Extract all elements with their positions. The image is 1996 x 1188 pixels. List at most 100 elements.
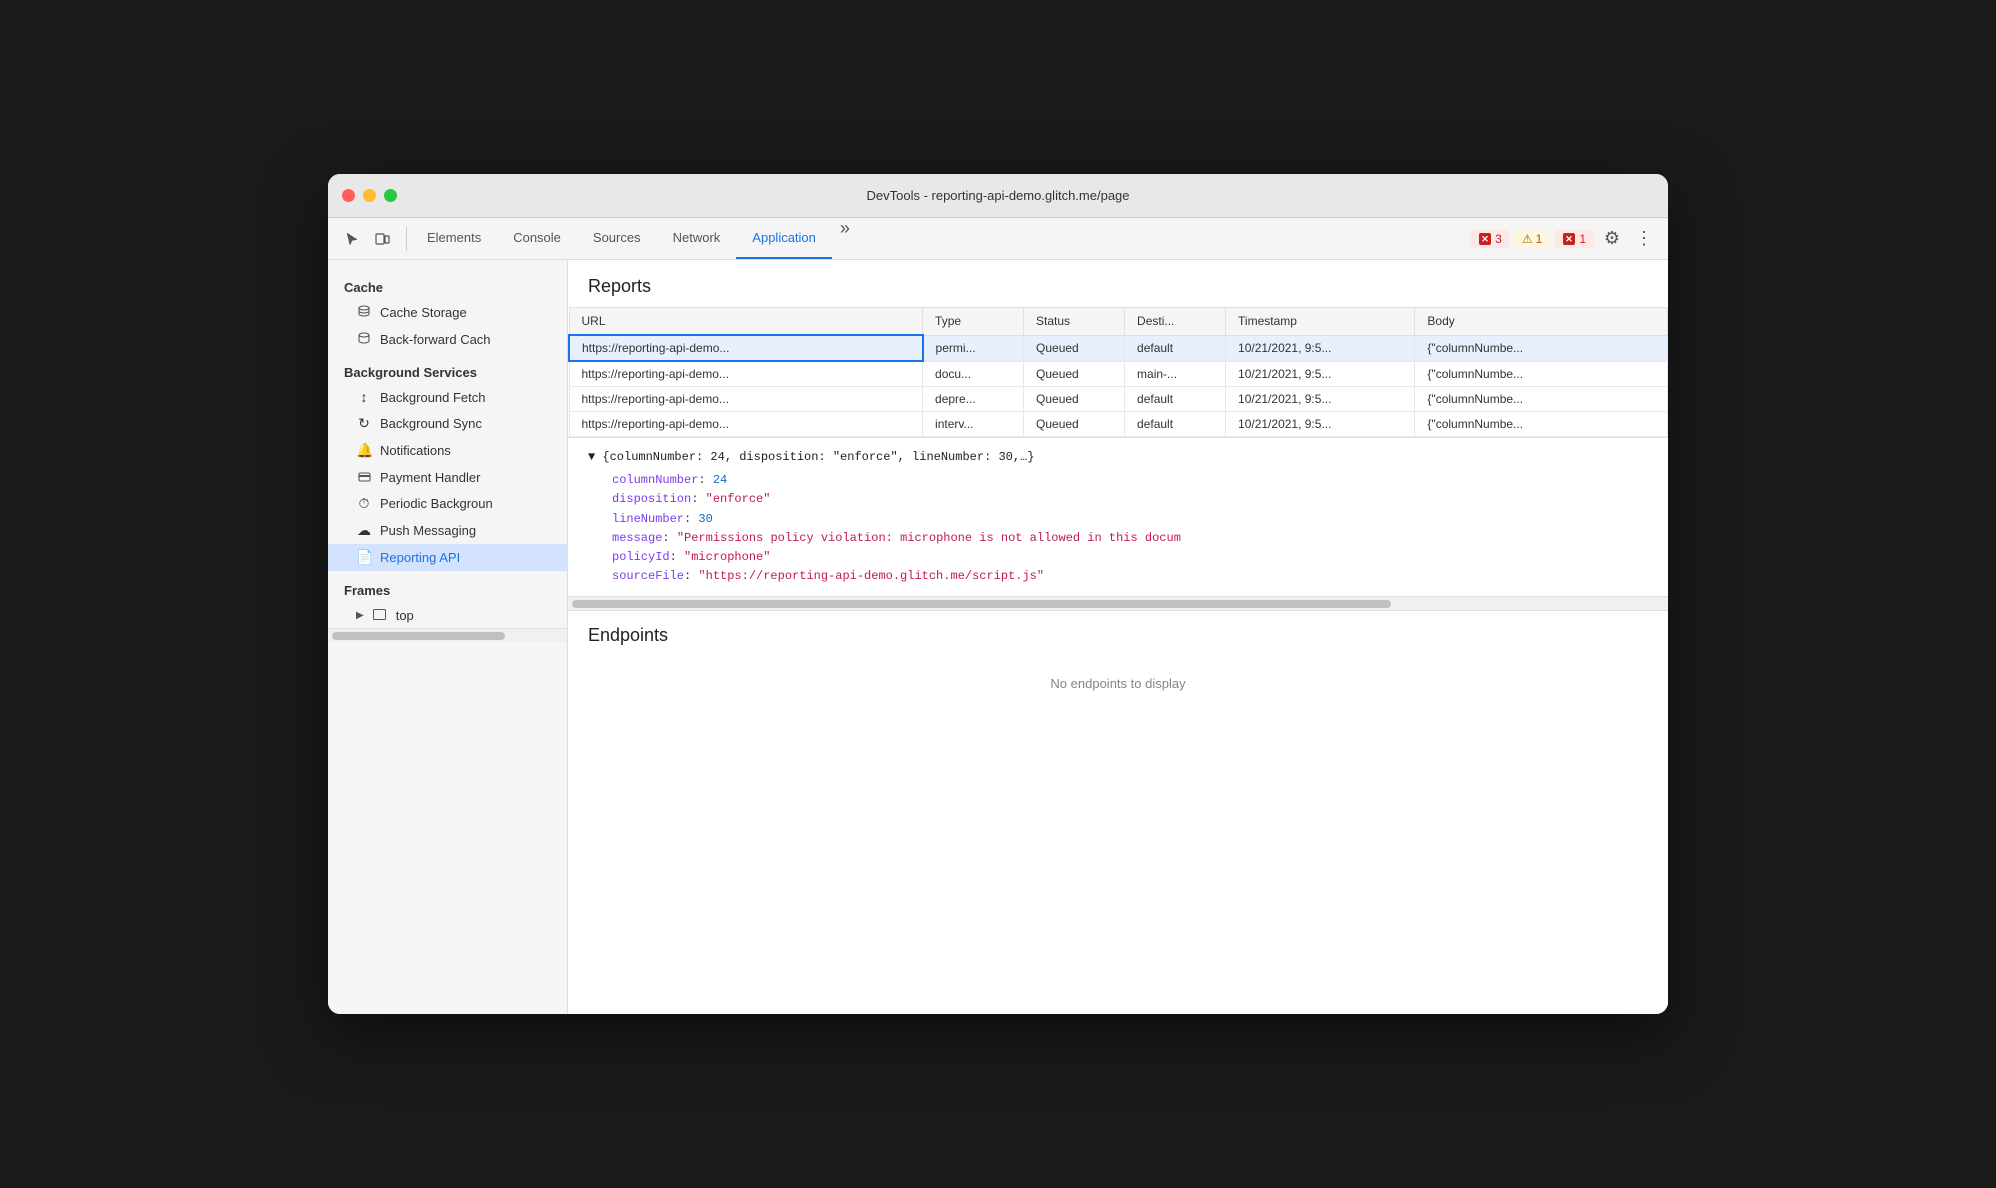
maximize-button[interactable] (384, 189, 397, 202)
table-row[interactable]: https://reporting-api-demo...interv...Qu… (569, 412, 1668, 437)
bg-fetch-icon: ↕ (356, 389, 372, 405)
table-row[interactable]: https://reporting-api-demo...docu...Queu… (569, 361, 1668, 387)
json-line-number-line: lineNumber: 30 (612, 510, 1648, 529)
error-count2: 1 (1579, 232, 1586, 246)
sidebar-item-back-forward[interactable]: Back-forward Cach (328, 326, 567, 353)
cursor-icon[interactable] (338, 225, 366, 253)
top-frame-label: top (396, 608, 414, 623)
settings-button[interactable]: ⚙ (1598, 225, 1626, 253)
col-header-dest: Desti... (1125, 308, 1226, 336)
sidebar-item-periodic-bg[interactable]: ⏱ Periodic Backgroun (328, 490, 567, 517)
json-column-number-line: columnNumber: 24 (612, 471, 1648, 490)
json-message-line: message: "Permissions policy violation: … (612, 529, 1648, 548)
cell-type: docu... (923, 361, 1024, 387)
more-tabs-icon[interactable]: » (832, 218, 858, 259)
sidebar-item-notifications[interactable]: 🔔 Notifications (328, 437, 567, 464)
json-column-number-val: 24 (713, 473, 727, 487)
reports-table: URL Type Status Desti... Timestamp Body … (568, 307, 1668, 437)
json-disposition-val: "enforce" (706, 492, 771, 506)
minimize-button[interactable] (363, 189, 376, 202)
json-source-file-key: sourceFile (612, 569, 684, 583)
sidebar-scrollbar[interactable] (328, 628, 567, 642)
close-button[interactable] (342, 189, 355, 202)
json-summary: ▼ {columnNumber: 24, disposition: "enfor… (588, 448, 1648, 467)
sidebar-item-cache-storage[interactable]: Cache Storage (328, 299, 567, 326)
sidebar: Cache Cache Storage (328, 260, 568, 1014)
json-column-number-key: columnNumber (612, 473, 698, 487)
sidebar-section-cache: Cache (328, 268, 567, 299)
cell-dest: default (1125, 412, 1226, 437)
push-messaging-label: Push Messaging (380, 523, 476, 538)
error-badge2[interactable]: ✕ 1 (1554, 230, 1594, 248)
cell-timestamp: 10/21/2021, 9:5... (1226, 412, 1415, 437)
cell-body: {"columnNumbe... (1415, 412, 1668, 437)
tab-elements[interactable]: Elements (411, 218, 497, 259)
error-count: 3 (1495, 232, 1502, 246)
sidebar-scrollbar-thumb (332, 632, 505, 640)
toolbar-separator (406, 227, 407, 251)
table-row[interactable]: https://reporting-api-demo...depre...Que… (569, 387, 1668, 412)
content-scrollbar-thumb (572, 600, 1391, 608)
svg-text:✕: ✕ (1481, 234, 1489, 244)
title-bar: DevTools - reporting-api-demo.glitch.me/… (328, 174, 1668, 218)
cell-dest: default (1125, 387, 1226, 412)
sidebar-item-bg-fetch[interactable]: ↕ Background Fetch (328, 384, 567, 410)
cell-body: {"columnNumbe... (1415, 335, 1668, 361)
json-line-number-key: lineNumber (612, 512, 684, 526)
json-disposition-key: disposition (612, 492, 691, 506)
devtools-window: DevTools - reporting-api-demo.glitch.me/… (328, 174, 1668, 1014)
cell-url: https://reporting-api-demo... (569, 412, 923, 437)
bg-sync-icon: ↻ (356, 415, 372, 432)
cell-status: Queued (1024, 361, 1125, 387)
table-row[interactable]: https://reporting-api-demo...permi...Que… (569, 335, 1668, 361)
col-header-body: Body (1415, 308, 1668, 336)
device-toggle-icon[interactable] (368, 225, 396, 253)
cell-timestamp: 10/21/2021, 9:5... (1226, 387, 1415, 412)
error-badge[interactable]: ✕ 3 (1470, 230, 1510, 248)
error-icon2: ✕ (1562, 232, 1576, 246)
sidebar-section-bg-services: Background Services (328, 353, 567, 384)
cell-dest: main-... (1125, 361, 1226, 387)
tab-application[interactable]: Application (736, 218, 832, 259)
more-options-button[interactable]: ⋮ (1630, 225, 1658, 253)
cell-type: permi... (923, 335, 1024, 361)
json-source-file-val: "https://reporting-api-demo.glitch.me/sc… (698, 569, 1044, 583)
cell-type: depre... (923, 387, 1024, 412)
sidebar-item-payment-handler[interactable]: Payment Handler (328, 464, 567, 490)
content-scrollbar[interactable] (568, 596, 1668, 610)
cell-status: Queued (1024, 387, 1125, 412)
col-header-timestamp: Timestamp (1226, 308, 1415, 336)
json-detail: ▼ {columnNumber: 24, disposition: "enfor… (568, 437, 1668, 596)
cell-timestamp: 10/21/2021, 9:5... (1226, 335, 1415, 361)
sidebar-item-push-messaging[interactable]: ☁ Push Messaging (328, 517, 567, 544)
payment-handler-icon (356, 469, 372, 485)
warning-icon: ⚠ (1522, 232, 1533, 246)
sidebar-item-reporting-api[interactable]: 📄 Reporting API (328, 544, 567, 571)
main-area: Cache Cache Storage (328, 260, 1668, 1014)
json-policy-id-line: policyId: "microphone" (612, 548, 1648, 567)
notifications-icon: 🔔 (356, 442, 372, 459)
tab-network[interactable]: Network (657, 218, 737, 259)
json-policy-id-key: policyId (612, 550, 670, 564)
col-header-type: Type (923, 308, 1024, 336)
periodic-bg-icon: ⏱ (356, 495, 372, 512)
devtools-toolbar: Elements Console Sources Network Applica… (328, 218, 1668, 260)
reporting-api-icon: 📄 (356, 549, 372, 566)
warning-badge[interactable]: ⚠ 1 (1514, 230, 1550, 248)
endpoints-empty-message: No endpoints to display (568, 656, 1668, 711)
tab-console[interactable]: Console (497, 218, 577, 259)
cell-url: https://reporting-api-demo... (569, 387, 923, 412)
json-fields: columnNumber: 24 disposition: "enforce" … (588, 471, 1648, 586)
window-title: DevTools - reporting-api-demo.glitch.me/… (866, 188, 1129, 203)
cell-dest: default (1125, 335, 1226, 361)
tab-sources[interactable]: Sources (577, 218, 657, 259)
periodic-bg-label: Periodic Backgroun (380, 496, 493, 511)
back-forward-icon (356, 331, 372, 348)
main-tabs: Elements Console Sources Network Applica… (411, 218, 1470, 259)
sidebar-item-bg-sync[interactable]: ↻ Background Sync (328, 410, 567, 437)
sidebar-item-top[interactable]: ▶ top (328, 602, 567, 628)
cell-status: Queued (1024, 335, 1125, 361)
svg-text:✕: ✕ (1566, 234, 1574, 244)
col-header-status: Status (1024, 308, 1125, 336)
expand-icon: ▶ (356, 610, 364, 621)
